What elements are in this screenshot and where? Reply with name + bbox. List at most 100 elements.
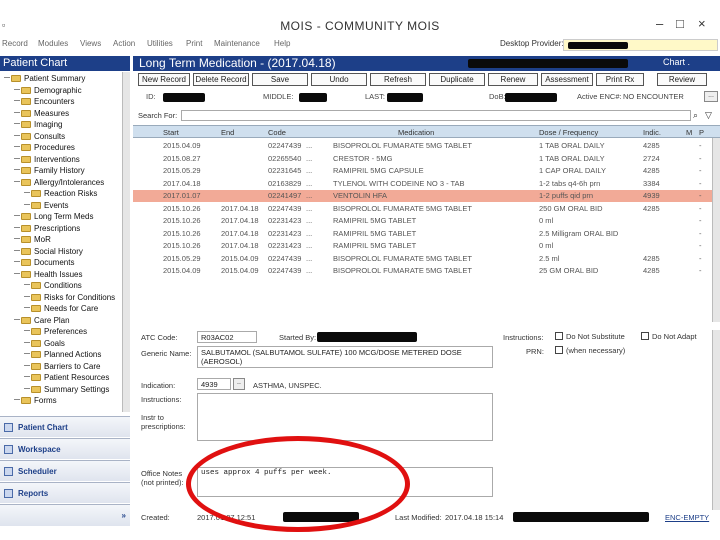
- col-end[interactable]: End: [221, 128, 234, 137]
- row-lookup-button[interactable]: ...: [306, 166, 312, 175]
- nav-scheduler[interactable]: Scheduler: [0, 460, 130, 481]
- table-row[interactable]: 2015.05.29 2015.04.09 02247439 BISOPROLOL F…: [133, 253, 720, 265]
- tree-item[interactable]: Barriers to Care: [24, 362, 100, 371]
- tree-item[interactable]: Goals: [24, 339, 65, 348]
- row-lookup-button[interactable]: ...: [306, 241, 312, 250]
- table-row[interactable]: 2015.10.26 2017.04.18 02231423 RAMIPRIL 5MG…: [133, 215, 720, 227]
- save-button[interactable]: Save: [252, 73, 308, 86]
- table-row[interactable]: 2015.04.09 02247439 BISOPROLOL FUMARATE 5M…: [133, 140, 720, 152]
- table-row[interactable]: 2015.10.26 2017.04.18 02247439 BISOPROLOL F…: [133, 203, 720, 215]
- new-record-button[interactable]: New Record: [138, 73, 190, 86]
- tree-item[interactable]: Encounters: [14, 97, 74, 106]
- row-lookup-button[interactable]: ...: [306, 179, 312, 188]
- renew-button[interactable]: Renew: [488, 73, 538, 86]
- tree-item[interactable]: Events: [24, 201, 68, 210]
- tree-item[interactable]: Consults: [14, 132, 65, 141]
- tree-item[interactable]: Long Term Meds: [14, 212, 93, 221]
- nav-patient-chart[interactable]: Patient Chart: [0, 416, 130, 437]
- row-lookup-button[interactable]: ...: [306, 204, 312, 213]
- menu-print[interactable]: Print: [186, 39, 202, 48]
- col-indication[interactable]: Indic.: [643, 128, 661, 137]
- enc-status-link[interactable]: ENC-EMPTY: [665, 513, 709, 522]
- atc-code-field[interactable]: R03AC02: [197, 331, 257, 343]
- tree-item[interactable]: Preferences: [24, 327, 87, 336]
- grid-scrollbar[interactable]: [712, 138, 720, 322]
- col-p[interactable]: P: [699, 128, 704, 137]
- menu-maintenance[interactable]: Maintenance: [214, 39, 260, 48]
- menu-modules[interactable]: Modules: [38, 39, 68, 48]
- detail-scrollbar[interactable]: [712, 330, 720, 510]
- prn-checkbox[interactable]: (when necessary): [555, 346, 625, 355]
- table-row[interactable]: 2017.01.07 02241497 VENTOLIN HFA 1-2 puffs …: [133, 190, 720, 202]
- tree-item[interactable]: Interventions: [14, 155, 80, 164]
- row-lookup-button[interactable]: ...: [306, 141, 312, 150]
- do-not-substitute-checkbox[interactable]: Do Not Substitute: [555, 332, 625, 341]
- tree-item[interactable]: Conditions: [24, 281, 82, 290]
- tree-item[interactable]: Health Issues: [14, 270, 82, 279]
- review-button[interactable]: Review: [657, 73, 707, 86]
- tree-item[interactable]: Imaging: [14, 120, 62, 129]
- menu-views[interactable]: Views: [80, 39, 101, 48]
- minimize-icon[interactable]: –: [656, 16, 663, 31]
- tree-item[interactable]: Needs for Care: [24, 304, 98, 313]
- tree-item[interactable]: Care Plan: [14, 316, 70, 325]
- duplicate-button[interactable]: Duplicate: [429, 73, 485, 86]
- menu-help[interactable]: Help: [274, 39, 290, 48]
- table-row[interactable]: 2015.04.09 2015.04.09 02247439 BISOPROLOL F…: [133, 265, 720, 277]
- row-lookup-button[interactable]: ...: [306, 154, 312, 163]
- enc-lookup-button[interactable]: ...: [704, 91, 718, 102]
- tree-item[interactable]: Planned Actions: [24, 350, 101, 359]
- delete-record-button[interactable]: Delete Record: [193, 73, 249, 86]
- tree-item[interactable]: Prescriptions: [14, 224, 80, 233]
- indication-lookup-button[interactable]: ..: [233, 378, 245, 390]
- tree-item[interactable]: Procedures: [14, 143, 75, 152]
- expand-icon[interactable]: »: [122, 511, 126, 520]
- col-dose-frequency[interactable]: Dose / Frequency: [539, 128, 598, 137]
- row-lookup-button[interactable]: ...: [306, 229, 312, 238]
- instructions-field[interactable]: [197, 393, 493, 441]
- tree-item[interactable]: Demographic: [14, 86, 82, 95]
- refresh-button[interactable]: Refresh: [370, 73, 426, 86]
- search-input[interactable]: [181, 110, 691, 121]
- row-lookup-button[interactable]: ...: [306, 191, 312, 200]
- sidebar-scrollbar[interactable]: [122, 72, 130, 412]
- tree-item[interactable]: Family History: [14, 166, 85, 175]
- col-code[interactable]: Code: [268, 128, 286, 137]
- tree-item[interactable]: Summary Settings: [24, 385, 109, 394]
- chart-link[interactable]: Chart .: [663, 57, 690, 67]
- table-row[interactable]: 2015.10.26 2017.04.18 02231423 RAMIPRIL 5MG…: [133, 228, 720, 240]
- row-lookup-button[interactable]: ...: [306, 266, 312, 275]
- tree-item[interactable]: MoR: [14, 235, 51, 244]
- table-row[interactable]: 2015.10.26 2017.04.18 02231423 RAMIPRIL 5MG…: [133, 240, 720, 252]
- tree-item[interactable]: Documents: [14, 258, 74, 267]
- search-icon[interactable]: ⌕: [693, 110, 698, 121]
- nav-workspace[interactable]: Workspace: [0, 438, 130, 459]
- close-icon[interactable]: ×: [698, 16, 706, 31]
- table-row[interactable]: 2017.04.18 02163829 TYLENOL WITH CODEINE N…: [133, 178, 720, 190]
- indication-code-field[interactable]: 4939: [197, 378, 231, 390]
- row-lookup-button[interactable]: ...: [306, 216, 312, 225]
- col-medication[interactable]: Medication: [398, 128, 434, 137]
- filter-icon[interactable]: ▽: [705, 110, 712, 121]
- undo-button[interactable]: Undo: [311, 73, 367, 86]
- col-m[interactable]: M: [686, 128, 692, 137]
- tree-item[interactable]: Patient Summary: [4, 74, 85, 83]
- tree-item[interactable]: Patient Resources: [24, 373, 109, 382]
- menu-utilities[interactable]: Utilities: [147, 39, 173, 48]
- tree-item[interactable]: Risks for Conditions: [24, 293, 115, 302]
- menu-record[interactable]: Record: [2, 39, 28, 48]
- nav-reports[interactable]: Reports: [0, 482, 130, 503]
- tree-item[interactable]: Measures: [14, 109, 69, 118]
- tree-item[interactable]: Allergy/Intolerances: [14, 178, 104, 187]
- col-start[interactable]: Start: [163, 128, 179, 137]
- desktop-provider-field[interactable]: [563, 39, 718, 51]
- print-rx-button[interactable]: Print Rx: [596, 73, 644, 86]
- row-lookup-button[interactable]: ...: [306, 254, 312, 263]
- table-row[interactable]: 2015.08.27 02265540 CRESTOR - 5MG 1 TAB ORA…: [133, 153, 720, 165]
- menu-action[interactable]: Action: [113, 39, 135, 48]
- tree-item[interactable]: Reaction Risks: [24, 189, 97, 198]
- do-not-adapt-checkbox[interactable]: Do Not Adapt: [641, 332, 697, 341]
- maximize-icon[interactable]: □: [676, 16, 684, 31]
- tree-item[interactable]: Forms: [14, 396, 57, 405]
- assessment-button[interactable]: Assessment: [541, 73, 593, 86]
